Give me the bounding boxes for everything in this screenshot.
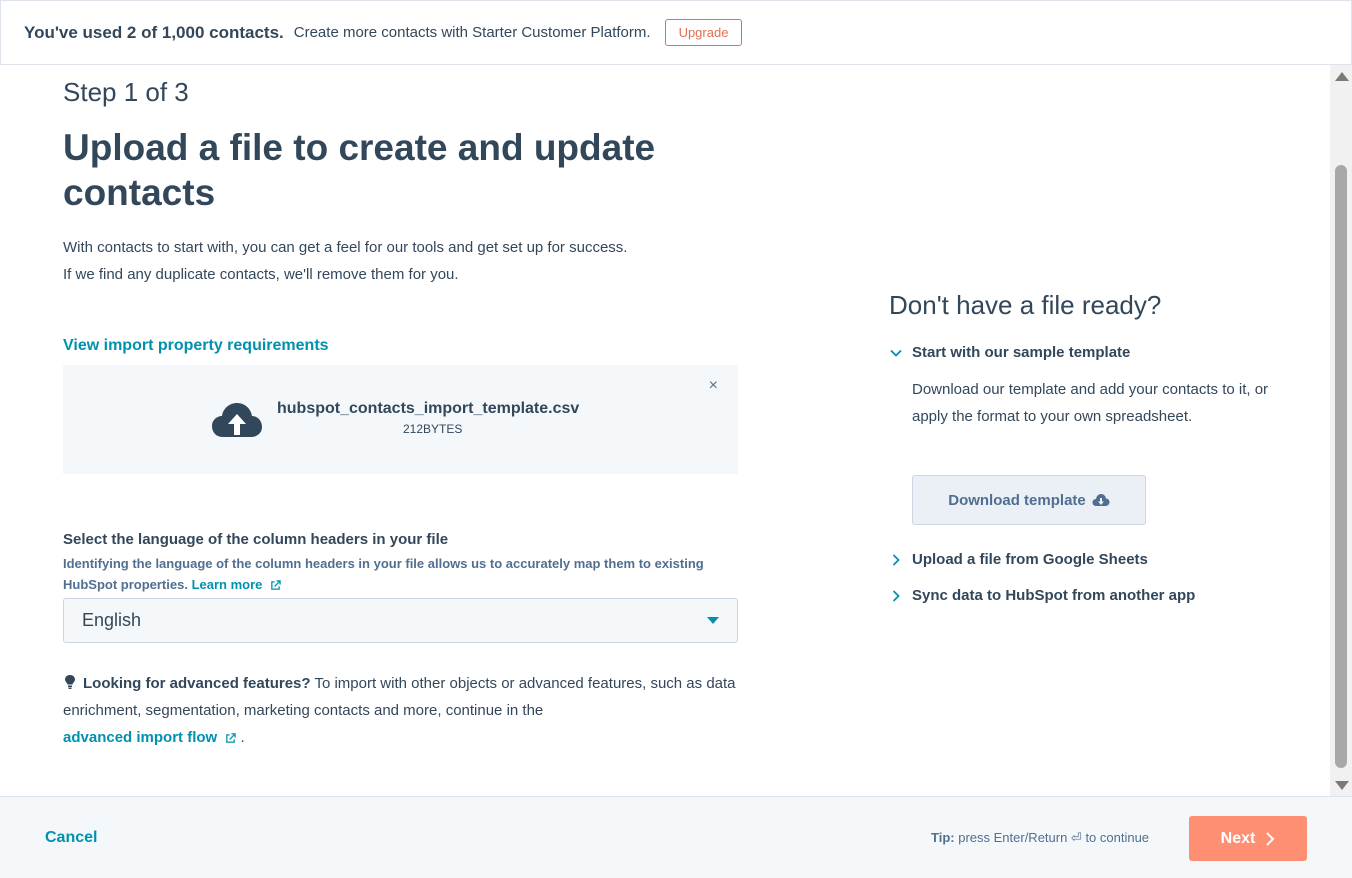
download-template-label: Download template	[948, 491, 1086, 509]
usage-banner: You've used 2 of 1,000 contacts. Create …	[0, 0, 1352, 65]
chevron-down-icon	[890, 349, 902, 357]
accordion-google-sheets[interactable]: Upload a file from Google Sheets	[889, 551, 1148, 568]
footer-bar: Cancel Tip: press Enter/Return ⏎ to cont…	[0, 796, 1352, 878]
language-help-text: Identifying the language of the column h…	[63, 556, 704, 592]
scroll-down-arrow-icon[interactable]	[1335, 781, 1349, 790]
chevron-right-icon	[892, 589, 900, 602]
tip-label: Tip:	[931, 830, 955, 845]
banner-text: Create more contacts with Starter Custom…	[293, 24, 651, 41]
description-line-1: With contacts to start with, you can get…	[63, 239, 628, 256]
description-line-2: If we find any duplicate contacts, we'll…	[63, 266, 459, 283]
chevron-right-icon	[892, 553, 900, 566]
file-name: hubspot_contacts_import_template.csv	[277, 400, 580, 417]
accordion-sync-app-label: Sync data to HubSpot from another app	[912, 587, 1196, 604]
language-label: Select the language of the column header…	[63, 531, 449, 548]
banner-title: You've used 2 of 1,000 contacts.	[24, 22, 284, 42]
cloud-download-icon	[1092, 494, 1110, 506]
language-help: Identifying the language of the column h…	[63, 553, 743, 595]
view-requirements-link[interactable]: View import property requirements	[63, 337, 329, 355]
next-button[interactable]: Next	[1189, 816, 1307, 861]
lightbulb-icon	[65, 675, 75, 689]
main-content: Step 1 of 3 Upload a file to create and …	[0, 65, 1330, 796]
page-title: Upload a file to create and update conta…	[63, 127, 656, 213]
learn-more-link[interactable]: Learn more	[192, 577, 263, 592]
vertical-scrollbar[interactable]	[1330, 65, 1352, 796]
advanced-features-heading: Looking for advanced features?	[83, 675, 311, 692]
file-dropzone[interactable]: × hubspot_contacts_import_template.csv 2…	[63, 365, 738, 474]
language-select[interactable]: English	[63, 598, 738, 643]
accordion-google-sheets-label: Upload a file from Google Sheets	[912, 551, 1148, 568]
download-template-button[interactable]: Download template	[912, 475, 1146, 525]
caret-down-icon	[707, 617, 719, 624]
advanced-features-end: .	[240, 729, 245, 746]
keyboard-tip: Tip: press Enter/Return ⏎ to continue	[931, 830, 1149, 846]
upgrade-button[interactable]: Upgrade	[664, 19, 743, 46]
remove-file-icon[interactable]: ×	[709, 377, 718, 395]
step-indicator: Step 1 of 3	[63, 77, 189, 107]
sample-template-description: Download our template and add your conta…	[912, 381, 1269, 425]
file-size: 212BYTES	[403, 422, 463, 436]
advanced-import-flow-link[interactable]: advanced import flow	[63, 729, 217, 746]
accordion-sync-app[interactable]: Sync data to HubSpot from another app	[889, 587, 1195, 604]
chevron-right-icon	[1266, 831, 1275, 846]
cancel-button[interactable]: Cancel	[45, 829, 97, 847]
language-select-value: English	[82, 610, 142, 630]
page-description: With contacts to start with, you can get…	[63, 234, 763, 288]
next-button-label: Next	[1220, 829, 1256, 847]
tip-text: press Enter/Return ⏎ to continue	[958, 830, 1150, 845]
accordion-sample-template[interactable]: Start with our sample template	[889, 344, 1130, 361]
side-title: Don't have a file ready?	[889, 290, 1162, 320]
external-link-icon	[226, 732, 237, 743]
scrollbar-thumb[interactable]	[1335, 165, 1347, 768]
scroll-up-arrow-icon[interactable]	[1335, 72, 1349, 81]
external-link-icon	[271, 580, 281, 590]
advanced-features-note: Looking for advanced features? To import…	[63, 670, 743, 751]
cloud-upload-icon	[212, 403, 262, 437]
accordion-sample-template-label: Start with our sample template	[912, 344, 1131, 361]
